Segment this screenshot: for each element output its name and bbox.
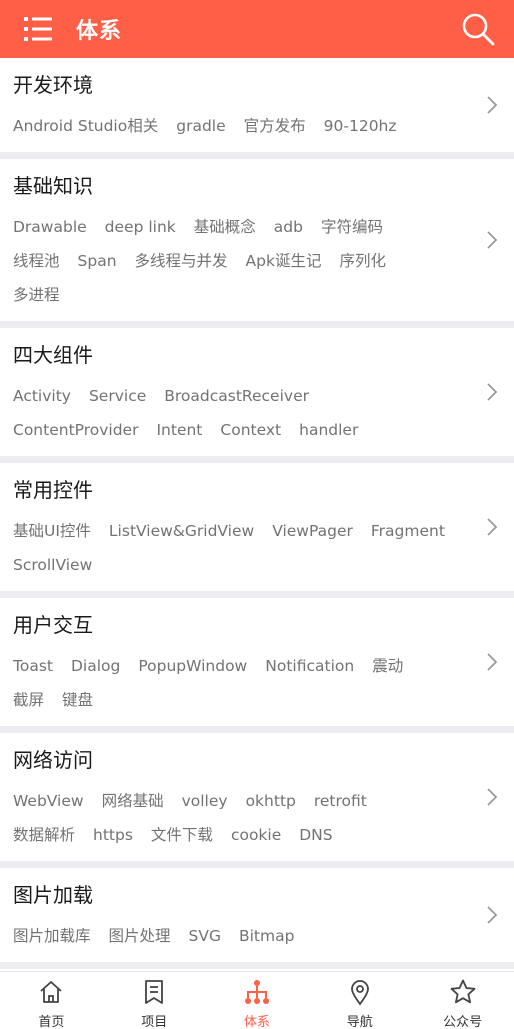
tag-item[interactable]: ViewPager bbox=[272, 514, 353, 548]
tag-list: Android Studio相关 gradle 官方发布 90-120hz bbox=[13, 109, 464, 143]
tag-item[interactable]: 图片处理 bbox=[109, 919, 171, 953]
nav-item-3[interactable]: 导航 bbox=[308, 972, 411, 1029]
tag-item[interactable]: Android Studio相关 bbox=[13, 109, 158, 143]
tag-item[interactable]: 数据解析 bbox=[13, 818, 75, 852]
tag-item[interactable]: adb bbox=[274, 210, 303, 244]
tag-item[interactable]: SVG bbox=[189, 919, 221, 953]
tag-item[interactable]: okhttp bbox=[246, 784, 296, 818]
category-card[interactable]: 常用控件基础UI控件 ListView&GridView ViewPager Frag… bbox=[0, 463, 514, 591]
tag-item[interactable]: 图片加载库 bbox=[13, 919, 91, 953]
chevron-right-icon bbox=[487, 518, 498, 536]
chevron-right-icon bbox=[487, 383, 498, 401]
tree-icon bbox=[243, 978, 271, 1010]
tag-item[interactable]: 键盘 bbox=[62, 683, 93, 717]
page-title: 体系 bbox=[76, 19, 123, 44]
home-icon bbox=[37, 978, 65, 1010]
tag-item[interactable]: 基础概念 bbox=[194, 210, 256, 244]
menu-icon bbox=[24, 17, 52, 41]
tag-item[interactable]: gradle bbox=[176, 109, 225, 143]
star-icon bbox=[449, 978, 477, 1010]
tag-item[interactable]: ContentProvider bbox=[13, 413, 138, 447]
tag-item[interactable]: Apk诞生记 bbox=[246, 244, 322, 278]
tag-item[interactable]: ListView&GridView bbox=[109, 514, 254, 548]
tag-list: Toast Dialog PopupWindow Notification 震动截屏 键盘 bbox=[13, 649, 464, 717]
tag-item[interactable]: handler bbox=[299, 413, 358, 447]
tag-item[interactable]: WebView bbox=[13, 784, 84, 818]
app-bar: 体系 bbox=[0, 0, 514, 58]
tag-item[interactable]: volley bbox=[182, 784, 228, 818]
chevron-right-icon bbox=[487, 96, 498, 114]
tag-item[interactable]: Dialog bbox=[71, 649, 120, 683]
nav-label: 首页 bbox=[38, 1015, 65, 1029]
category-card[interactable]: 用户交互 Toast Dialog PopupWindow Notification 震动… bbox=[0, 598, 514, 726]
tag-item[interactable]: Service bbox=[89, 379, 146, 413]
category-card[interactable]: 网络访问 WebView 网络基础 volley okhttp retrofit 数据解析 h… bbox=[0, 733, 514, 861]
tag-item[interactable]: deep link bbox=[105, 210, 176, 244]
tag-item[interactable]: Activity bbox=[13, 379, 71, 413]
bookmark-icon bbox=[140, 978, 168, 1010]
tag-item[interactable]: Fragment bbox=[371, 514, 445, 548]
category-list: 开发环境 Android Studio相关 gradle 官方发布 90-120hz 基础… bbox=[0, 58, 514, 1029]
tag-item[interactable]: Notification bbox=[265, 649, 354, 683]
tag-list: Drawable deep link 基础概念 adb 字符编码线程池 Span 多线程与并… bbox=[13, 210, 464, 312]
category-card[interactable]: 开发环境 Android Studio相关 gradle 官方发布 90-120hz bbox=[0, 58, 514, 152]
search-button[interactable] bbox=[460, 11, 496, 47]
category-title: 网络访问 bbox=[13, 748, 93, 772]
category-card[interactable]: 四大组件 Activity Service BroadcastReceiver Cont… bbox=[0, 328, 514, 456]
category-title: 基础知识 bbox=[13, 174, 93, 198]
tag-list: WebView 网络基础 volley okhttp retrofit 数据解析 https… bbox=[13, 784, 464, 852]
tag-item[interactable]: ScrollView bbox=[13, 548, 92, 582]
category-card[interactable]: 基础知识 Drawable deep link 基础概念 adb 字符编码线程池 Span 多… bbox=[0, 159, 514, 321]
category-title: 四大组件 bbox=[13, 343, 93, 367]
tag-item[interactable]: Drawable bbox=[13, 210, 87, 244]
chevron-right-icon bbox=[487, 788, 498, 806]
tag-list: 图片加载库 图片处理 SVG Bitmap bbox=[13, 919, 464, 953]
nav-item-0[interactable]: 首页 bbox=[0, 972, 103, 1029]
tag-item[interactable]: 文件下载 bbox=[151, 818, 213, 852]
tag-list: 基础UI控件 ListView&GridView ViewPager Fragment… bbox=[13, 514, 464, 582]
tag-item[interactable]: retrofit bbox=[314, 784, 367, 818]
menu-button[interactable] bbox=[12, 0, 66, 58]
tag-item[interactable]: 序列化 bbox=[339, 244, 386, 278]
tag-item[interactable]: DNS bbox=[299, 818, 332, 852]
category-title: 开发环境 bbox=[13, 73, 93, 97]
nav-label: 体系 bbox=[243, 1015, 270, 1029]
nav-item-1[interactable]: 项目 bbox=[103, 972, 206, 1029]
category-title: 用户交互 bbox=[13, 613, 93, 637]
tag-item[interactable]: 震动 bbox=[372, 649, 403, 683]
nav-item-2[interactable]: 体系 bbox=[206, 972, 309, 1029]
location-pin-icon bbox=[346, 978, 374, 1010]
chevron-right-icon bbox=[487, 231, 498, 249]
tag-item[interactable]: https bbox=[93, 818, 133, 852]
bottom-navigation: 首页 项目 体系 导航 公众号 bbox=[0, 971, 514, 1029]
tag-item[interactable]: Bitmap bbox=[239, 919, 294, 953]
tag-item[interactable]: PopupWindow bbox=[138, 649, 247, 683]
search-icon bbox=[462, 13, 495, 46]
tag-item[interactable]: BroadcastReceiver bbox=[164, 379, 309, 413]
tag-item[interactable]: 多进程 bbox=[13, 278, 60, 312]
tag-item[interactable]: Context bbox=[220, 413, 281, 447]
nav-label: 项目 bbox=[141, 1015, 168, 1029]
tag-item[interactable]: 多线程与并发 bbox=[135, 244, 228, 278]
category-title: 常用控件 bbox=[13, 478, 93, 502]
tag-item[interactable]: 截屏 bbox=[13, 683, 44, 717]
chevron-right-icon bbox=[487, 653, 498, 671]
tag-item[interactable]: cookie bbox=[231, 818, 281, 852]
nav-label: 导航 bbox=[346, 1015, 373, 1029]
tag-item[interactable]: 基础UI控件 bbox=[13, 514, 91, 548]
tag-list: Activity Service BroadcastReceiver ContentP… bbox=[13, 379, 464, 447]
tag-item[interactable]: 网络基础 bbox=[102, 784, 164, 818]
tag-item[interactable]: 官方发布 bbox=[244, 109, 306, 143]
nav-item-4[interactable]: 公众号 bbox=[411, 972, 514, 1029]
tag-item[interactable]: Intent bbox=[156, 413, 202, 447]
tag-item[interactable]: Span bbox=[78, 244, 117, 278]
nav-label: 公众号 bbox=[443, 1015, 483, 1029]
tag-item[interactable]: Toast bbox=[13, 649, 53, 683]
tag-item[interactable]: 线程池 bbox=[13, 244, 60, 278]
tag-item[interactable]: 90-120hz bbox=[324, 109, 397, 143]
category-card[interactable]: 图片加载图片加载库 图片处理 SVG Bitmap bbox=[0, 868, 514, 962]
tag-item[interactable]: 字符编码 bbox=[321, 210, 383, 244]
category-title: 图片加载 bbox=[13, 883, 93, 907]
chevron-right-icon bbox=[487, 906, 498, 924]
